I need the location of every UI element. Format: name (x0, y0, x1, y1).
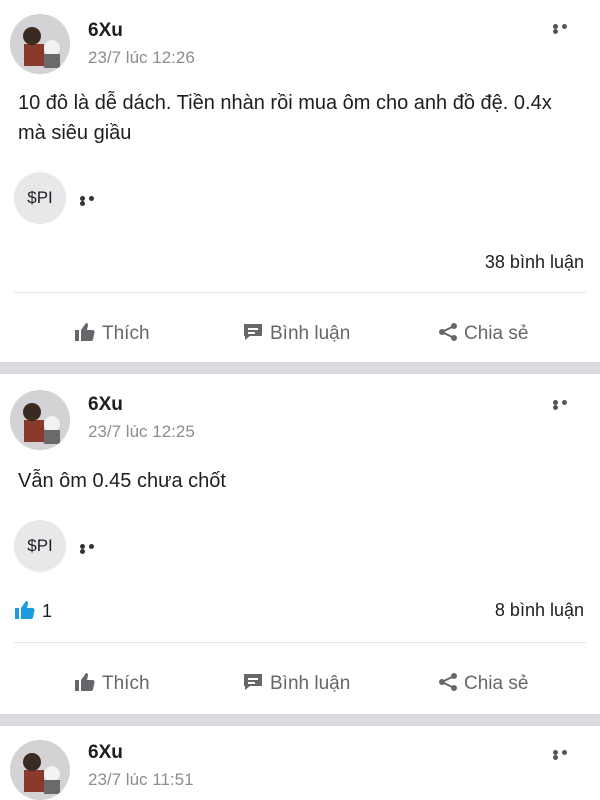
like-label: Thích (102, 323, 150, 344)
author-avatar[interactable] (10, 740, 70, 800)
comment-count[interactable]: 8 bình luận (495, 600, 584, 621)
author-avatar[interactable] (10, 390, 70, 450)
thumbs-up-filled-icon (15, 600, 35, 620)
like-button[interactable]: Thích (74, 672, 150, 695)
author-avatar[interactable] (10, 14, 70, 74)
like-count[interactable]: 1 (14, 600, 52, 622)
post-1: 6Xu 23/7 lúc 12:26 10 đô là dễ dách. Tiề… (0, 0, 600, 362)
comment-label: Bình luận (270, 323, 351, 344)
divider (14, 292, 586, 293)
like-button[interactable]: Thích (74, 322, 150, 345)
share-icon (439, 673, 457, 691)
post-3: 6Xu 23/7 lúc 11:51 (0, 726, 600, 800)
comment-label: Bình luận (270, 673, 351, 694)
post-timestamp[interactable]: 23/7 lúc 11:51 (88, 770, 194, 790)
comment-button[interactable]: Bình luận (242, 322, 350, 345)
divider (14, 642, 586, 643)
share-label: Chia sẻ (464, 323, 529, 344)
post-timestamp[interactable]: 23/7 lúc 12:26 (88, 48, 195, 68)
comment-button[interactable]: Bình luận (242, 672, 350, 695)
more-horizontal-icon[interactable] (80, 544, 106, 554)
share-button[interactable]: Chia sẻ (438, 672, 528, 695)
more-horizontal-icon[interactable] (553, 750, 579, 760)
share-button[interactable]: Chia sẻ (438, 322, 528, 345)
like-count-value: 1 (42, 601, 53, 621)
post-text: Vẫn ôm 0.45 chưa chốt (18, 470, 226, 492)
more-horizontal-icon[interactable] (553, 24, 579, 34)
comment-count[interactable]: 38 bình luận (485, 252, 584, 273)
like-label: Thích (102, 673, 150, 694)
share-icon (439, 323, 457, 341)
post-separator (0, 714, 600, 726)
thumbs-up-icon (75, 672, 95, 692)
author-name[interactable]: 6Xu (88, 394, 123, 416)
author-name[interactable]: 6Xu (88, 742, 123, 764)
comment-icon (244, 674, 262, 690)
ticker-tag[interactable]: $PI (14, 172, 66, 224)
author-name[interactable]: 6Xu (88, 20, 123, 42)
comment-icon (244, 324, 262, 340)
share-label: Chia sẻ (464, 673, 529, 694)
ticker-tag[interactable]: $PI (14, 520, 66, 572)
post-2: 6Xu 23/7 lúc 12:25 Vẫn ôm 0.45 chưa chốt… (0, 374, 600, 714)
post-separator (0, 362, 600, 374)
thumbs-up-icon (75, 322, 95, 342)
post-timestamp[interactable]: 23/7 lúc 12:25 (88, 422, 195, 442)
more-horizontal-icon[interactable] (80, 196, 106, 206)
more-horizontal-icon[interactable] (553, 400, 579, 410)
post-text: 10 đô là dễ dách. Tiền nhàn rồi mua ôm c… (18, 92, 552, 144)
